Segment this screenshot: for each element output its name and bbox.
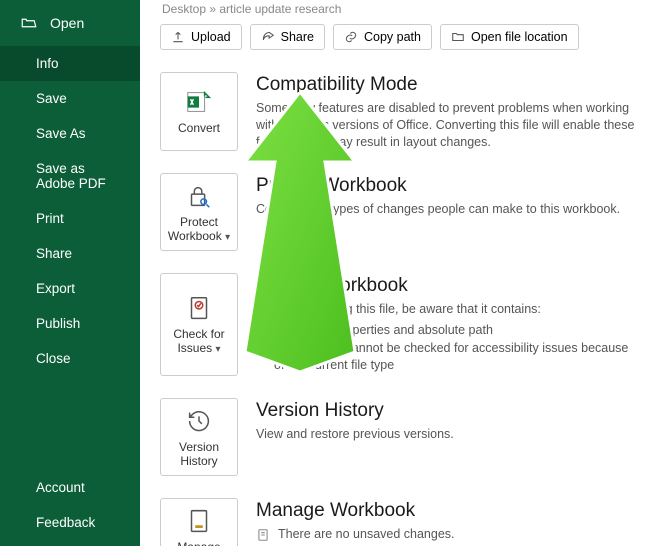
upload-button[interactable]: Upload [160,24,242,50]
copy-path-button[interactable]: Copy path [333,24,432,50]
tile-label: Protect Workbook ▾ [165,215,233,243]
sidebar-label: Save [36,91,67,106]
section-compatibility: Convert Compatibility Mode Some new feat… [160,72,640,151]
section-text: Some new features are disabled to preven… [256,100,640,151]
share-button[interactable]: Share [250,24,325,50]
sidebar-label: Info [36,56,59,71]
sidebar-item-feedback[interactable]: Feedback [0,505,140,540]
sidebar-item-save[interactable]: Save [0,81,140,116]
sidebar-label: Close [36,351,71,366]
sidebar-item-saveas[interactable]: Save As [0,116,140,151]
history-icon [184,406,214,436]
check-for-issues-button[interactable]: Check for Issues ▾ [160,273,238,377]
sidebar-label: Account [36,480,85,495]
chevron-down-icon: ▾ [225,232,230,243]
convert-button[interactable]: Convert [160,72,238,151]
sidebar-item-info[interactable]: Info [0,46,140,81]
sidebar-item-export[interactable]: Export [0,271,140,306]
sidebar-item-save-adobe-pdf[interactable]: Save as Adobe PDF [0,151,140,201]
section-text: Control what types of changes people can… [256,201,640,218]
sidebar-label: Export [36,281,75,296]
sidebar-item-open[interactable]: Open [0,0,140,46]
lock-search-icon [184,181,214,211]
excel-convert-icon [184,87,214,117]
section-title: Compatibility Mode [256,74,640,96]
section-inspect: Check for Issues ▾ Inspect Workbook Befo… [160,273,640,377]
tile-label: Version History [165,440,233,468]
tile-text: Protect Workbook [168,215,222,243]
sidebar-label: Save As [36,126,86,141]
folder-open-icon [20,14,38,32]
button-label: Copy path [364,30,421,44]
version-history-button[interactable]: Version History [160,398,238,476]
file-toolbar: Upload Share Copy path Open file locatio… [160,24,640,50]
sidebar-item-print[interactable]: Print [0,201,140,236]
section-title: Inspect Workbook [256,275,640,297]
chevron-down-icon: ▾ [216,344,221,355]
section-text: View and restore previous versions. [256,426,640,443]
manage-workbook-button[interactable]: Manage Workbook ▾ [160,498,238,546]
sidebar-label: Print [36,211,64,226]
open-file-location-button[interactable]: Open file location [440,24,579,50]
section-title: Protect Workbook [256,175,640,197]
info-pane: Desktop » article update research Upload… [140,0,650,546]
sidebar-item-publish[interactable]: Publish [0,306,140,341]
section-text: Before publishing this file, be aware th… [256,301,640,375]
protect-workbook-button[interactable]: Protect Workbook ▾ [160,173,238,251]
backstage-sidebar: Open Info Save Save As Save as Adobe PDF… [0,0,140,546]
document-icon [256,528,270,542]
sidebar-label: Publish [36,316,80,331]
breadcrumb: Desktop » article update research [160,0,640,24]
tile-label: Manage Workbook ▾ [165,540,233,546]
button-label: Share [281,30,314,44]
upload-icon [171,30,185,44]
section-text: There are no unsaved changes. [256,526,640,543]
sidebar-item-share[interactable]: Share [0,236,140,271]
tile-text: Manage Workbook [168,540,222,546]
inspect-bullet: Document properties and absolute path [274,322,640,339]
section-title: Manage Workbook [256,500,640,522]
sidebar-label: Save as Adobe PDF [36,161,106,191]
button-label: Upload [191,30,231,44]
sidebar-label-open: Open [50,15,84,31]
share-icon [261,30,275,44]
unsaved-text: There are no unsaved changes. [278,526,455,543]
section-version-history: Version History Version History View and… [160,398,640,476]
sidebar-item-close[interactable]: Close [0,341,140,376]
inspect-bullet: Content that cannot be checked for acces… [274,340,640,374]
document-manage-icon [184,506,214,536]
link-icon [344,30,358,44]
folder-icon [451,30,465,44]
section-manage: Manage Workbook ▾ Manage Workbook There … [160,498,640,546]
document-check-icon [184,293,214,323]
section-intro: Before publishing this file, be aware th… [256,302,541,316]
sidebar-label: Feedback [36,515,95,530]
section-title: Version History [256,400,640,422]
button-label: Open file location [471,30,568,44]
tile-label: Check for Issues ▾ [165,327,233,355]
sidebar-item-account[interactable]: Account [0,470,140,505]
tile-label: Convert [178,121,220,135]
sidebar-label: Share [36,246,72,261]
section-protect: Protect Workbook ▾ Protect Workbook Cont… [160,173,640,251]
